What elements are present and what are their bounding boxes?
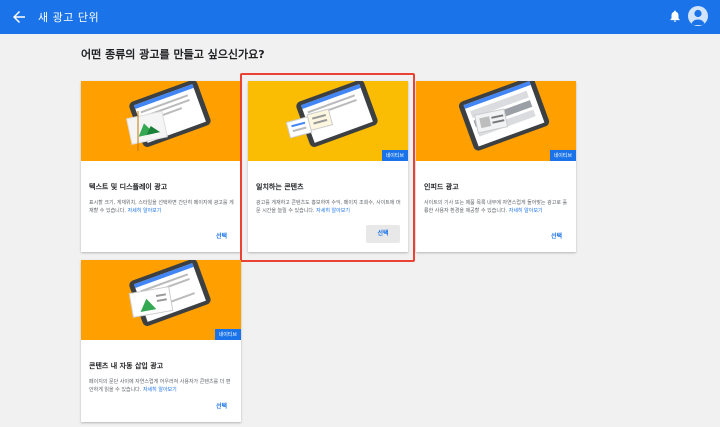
- top-app-bar: 새 광고 단위: [0, 0, 720, 34]
- learn-more-link[interactable]: 자세히 알아보기: [509, 208, 543, 214]
- select-button[interactable]: 선택: [216, 231, 227, 240]
- ad-type-card-in-feed[interactable]: 네이티브 인피드 광고 사이트의 기사 또는 제품 목록 내부에 자연스럽게 들…: [416, 81, 576, 252]
- selection-highlight-frame: [240, 73, 415, 262]
- learn-more-link[interactable]: 자세히 알아보기: [128, 208, 162, 214]
- avatar-icon[interactable]: [688, 6, 708, 26]
- card-description: 표시할 크기, 게재위치, 스타일을 선택하면 간단히 페이지에 광고를 게재할…: [89, 200, 234, 214]
- card-description: 페이지의 문단 사이에 자연스럽게 어우러져 사용자가 콘텐츠를 더 편안하게 …: [89, 379, 231, 393]
- phone-illustration-icon: [458, 81, 550, 151]
- ad-type-card-in-article[interactable]: 네이티브 콘텐츠 내 자동 삽입 광고 페이지의 문단 사이에 자연스럽게 어우…: [81, 260, 241, 422]
- phone-illustration-icon: [128, 260, 211, 326]
- bell-icon[interactable]: [668, 8, 682, 24]
- card-title: 인피드 광고: [424, 183, 459, 191]
- select-button[interactable]: 선택: [216, 401, 227, 410]
- card-illustration: 네이티브: [416, 81, 576, 161]
- ad-type-card-text-display[interactable]: 텍스트 및 디스플레이 광고 표시할 크기, 게재위치, 스타일을 선택하면 간…: [81, 81, 241, 252]
- native-tag: 네이티브: [549, 150, 576, 161]
- page-title: 어떤 종류의 광고를 만들고 싶으신가요?: [81, 48, 265, 61]
- native-tag: 네이티브: [214, 329, 241, 340]
- card-description: 사이트의 기사 또는 제품 목록 내부에 자연스럽게 들어맞는 광고로 훌륭한 …: [424, 200, 568, 214]
- card-title: 콘텐츠 내 자동 삽입 광고: [89, 362, 164, 370]
- back-arrow-icon[interactable]: [10, 8, 28, 26]
- select-button[interactable]: 선택: [551, 231, 562, 240]
- card-illustration: 네이티브: [81, 260, 241, 340]
- card-illustration: [81, 81, 241, 161]
- learn-more-link[interactable]: 자세히 알아보기: [143, 387, 177, 393]
- card-title: 텍스트 및 디스플레이 광고: [89, 183, 168, 191]
- page-header-title: 새 광고 단위: [38, 11, 100, 24]
- phone-illustration-icon: [126, 81, 211, 151]
